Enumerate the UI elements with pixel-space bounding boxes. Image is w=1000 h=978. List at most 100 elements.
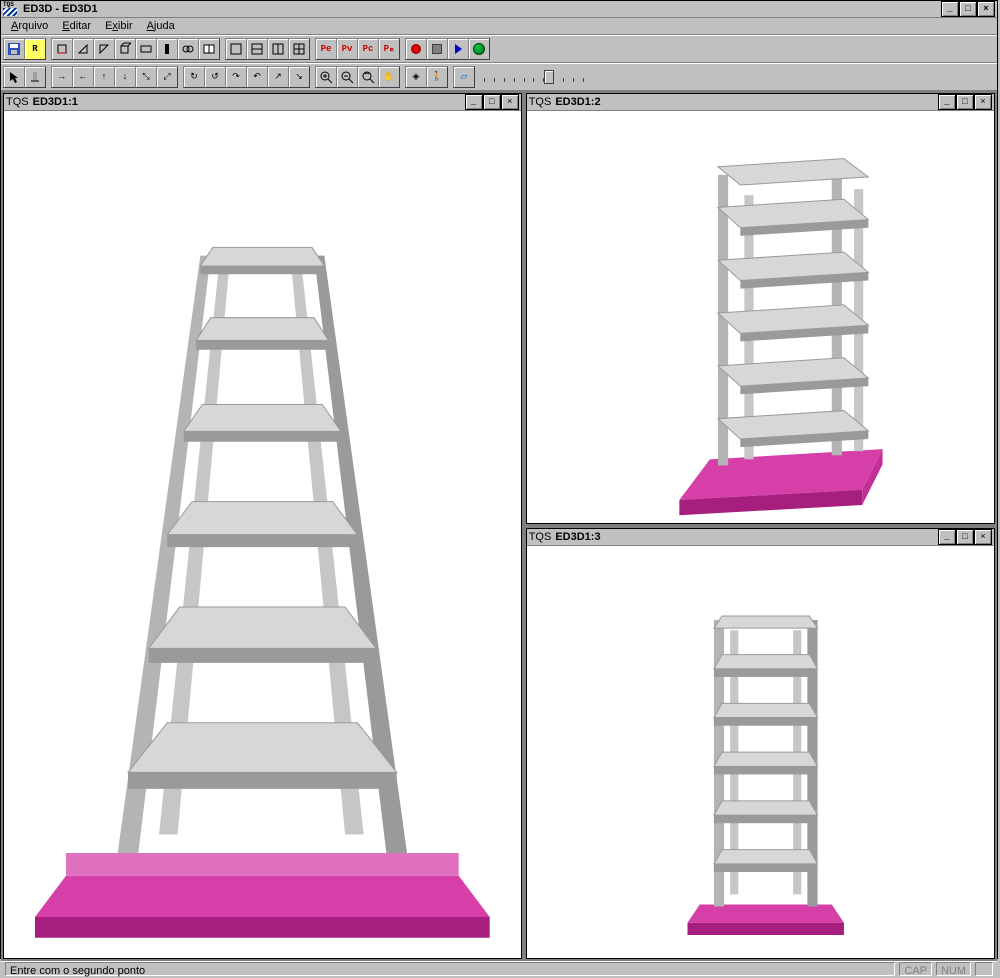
- minimize-button[interactable]: _: [941, 1, 959, 17]
- view-window-2: TQS ED3D1:2 _ □ ×: [526, 93, 995, 524]
- menu-ajuda[interactable]: Ajuda: [141, 20, 181, 32]
- pm-button[interactable]: Pₘ: [378, 38, 400, 60]
- view1-minimize-button[interactable]: _: [465, 94, 483, 110]
- mdi-client-area: TQS ED3D1:1 _ □ ×: [1, 91, 997, 961]
- speed-slider[interactable]: [484, 72, 584, 82]
- menubar: Arquivo Editar Exibir Ajuda: [1, 18, 997, 35]
- zoom-in-icon: [319, 70, 333, 84]
- zoom-out-icon: [340, 70, 354, 84]
- rotate-ccw-button[interactable]: ↺: [204, 66, 226, 88]
- menu-editar[interactable]: Editar: [56, 20, 97, 32]
- pan-left-button[interactable]: ←: [72, 66, 94, 88]
- split-vert-button[interactable]: [267, 38, 289, 60]
- view3-title: ED3D1:3: [555, 531, 938, 543]
- view1-close-button[interactable]: ×: [501, 94, 519, 110]
- view1-titlebar: TQS ED3D1:1 _ □ ×: [4, 94, 521, 111]
- main-window: TQS ED3D - ED3D1 _ □ × Arquivo Editar Ex…: [0, 0, 998, 959]
- rotate-cw-button[interactable]: ↻: [183, 66, 205, 88]
- app-icon: TQS: [529, 96, 552, 108]
- pc-button[interactable]: Pc: [357, 38, 379, 60]
- view2-close-button[interactable]: ×: [974, 94, 992, 110]
- zoom-fit-button[interactable]: [357, 66, 379, 88]
- toolbar-1: R Pe Pv Pc Pₘ: [1, 35, 997, 63]
- split-quad-button[interactable]: [288, 38, 310, 60]
- view-front-button[interactable]: [51, 38, 73, 60]
- view-iso-button[interactable]: [114, 38, 136, 60]
- view2-title: ED3D1:2: [555, 96, 938, 108]
- view3-close-button[interactable]: ×: [974, 529, 992, 545]
- statusbar: Entre com o segundo ponto CAP NUM: [1, 961, 997, 976]
- app-icon: TQS: [6, 96, 29, 108]
- pv-button[interactable]: Pv: [336, 38, 358, 60]
- main-titlebar: TQS ED3D - ED3D1 _ □ ×: [1, 1, 997, 18]
- stop-icon: [432, 44, 442, 54]
- status-empty: [975, 962, 993, 976]
- globe-icon: [473, 43, 485, 55]
- tilt-down-button[interactable]: ↘: [288, 66, 310, 88]
- record-button[interactable]: [405, 38, 427, 60]
- save-button[interactable]: [3, 38, 25, 60]
- toolbar-2: → ← ↑ ↓ ⤡ ⤢ ↻ ↺ ↷ ↶ ↗ ↘ ✋ ◈ 🚶 ▱: [1, 63, 997, 91]
- pan-diag2-button[interactable]: ⤢: [156, 66, 178, 88]
- pan-up-button[interactable]: ↑: [93, 66, 115, 88]
- view3-minimize-button[interactable]: _: [938, 529, 956, 545]
- split-none-button[interactable]: [225, 38, 247, 60]
- orbit-down-button[interactable]: ↶: [246, 66, 268, 88]
- view-side-button[interactable]: [72, 38, 94, 60]
- pan-down-button[interactable]: ↓: [114, 66, 136, 88]
- stop-button[interactable]: [426, 38, 448, 60]
- maximize-button[interactable]: □: [959, 1, 977, 17]
- window-buttons: _ □ ×: [941, 1, 995, 17]
- app-icon: TQS: [529, 531, 552, 543]
- split-horiz-button[interactable]: [246, 38, 268, 60]
- status-cap: CAP: [899, 962, 932, 976]
- view2-titlebar: TQS ED3D1:2 _ □ ×: [527, 94, 994, 111]
- close-button[interactable]: ×: [977, 1, 995, 17]
- pan-hand-button[interactable]: ✋: [378, 66, 400, 88]
- pe-button[interactable]: Pe: [315, 38, 337, 60]
- viewport-3[interactable]: [527, 546, 994, 958]
- view1-title: ED3D1:1: [33, 96, 465, 108]
- save-icon: [7, 42, 21, 56]
- menu-arquivo[interactable]: Arquivo: [5, 20, 54, 32]
- status-message: Entre com o segundo ponto: [5, 962, 895, 976]
- walk-button[interactable]: 🚶: [426, 66, 448, 88]
- target-button[interactable]: ◈: [405, 66, 427, 88]
- zoom-in-button[interactable]: [315, 66, 337, 88]
- menu-exibir[interactable]: Exibir: [99, 20, 139, 32]
- view2-minimize-button[interactable]: _: [938, 94, 956, 110]
- zoom-out-button[interactable]: [336, 66, 358, 88]
- cursor-icon: [7, 70, 21, 84]
- column-icon: [28, 70, 42, 84]
- view3-titlebar: TQS ED3D1:3 _ □ ×: [527, 529, 994, 546]
- play-button[interactable]: [447, 38, 469, 60]
- pan-right-button[interactable]: →: [51, 66, 73, 88]
- view-rect-button[interactable]: [135, 38, 157, 60]
- play-icon: [455, 44, 462, 54]
- slider-knob-icon: [544, 70, 554, 84]
- orbit-up-button[interactable]: ↷: [225, 66, 247, 88]
- view-vert-button[interactable]: [156, 38, 178, 60]
- column-tool-button[interactable]: [24, 66, 46, 88]
- view-top-button[interactable]: [93, 38, 115, 60]
- viewport-2[interactable]: [527, 111, 994, 523]
- globe-button[interactable]: [468, 38, 490, 60]
- app-icon: TQS: [3, 2, 19, 16]
- view3-maximize-button[interactable]: □: [956, 529, 974, 545]
- pan-diag1-button[interactable]: ⤡: [135, 66, 157, 88]
- view-window-3: TQS ED3D1:3 _ □ ×: [526, 528, 995, 959]
- zoom-fit-icon: [361, 70, 375, 84]
- view-book-button[interactable]: [198, 38, 220, 60]
- shape-plane-button[interactable]: ▱: [453, 66, 475, 88]
- app-title: ED3D - ED3D1: [23, 3, 941, 15]
- view-chain-button[interactable]: [177, 38, 199, 60]
- view2-maximize-button[interactable]: □: [956, 94, 974, 110]
- tilt-up-button[interactable]: ↗: [267, 66, 289, 88]
- cursor-tool-button[interactable]: [3, 66, 25, 88]
- view1-maximize-button[interactable]: □: [483, 94, 501, 110]
- r-toggle-button[interactable]: R: [24, 38, 46, 60]
- record-icon: [411, 44, 421, 54]
- viewport-1[interactable]: [4, 111, 521, 958]
- status-num: NUM: [936, 962, 971, 976]
- view-window-1: TQS ED3D1:1 _ □ ×: [3, 93, 522, 959]
